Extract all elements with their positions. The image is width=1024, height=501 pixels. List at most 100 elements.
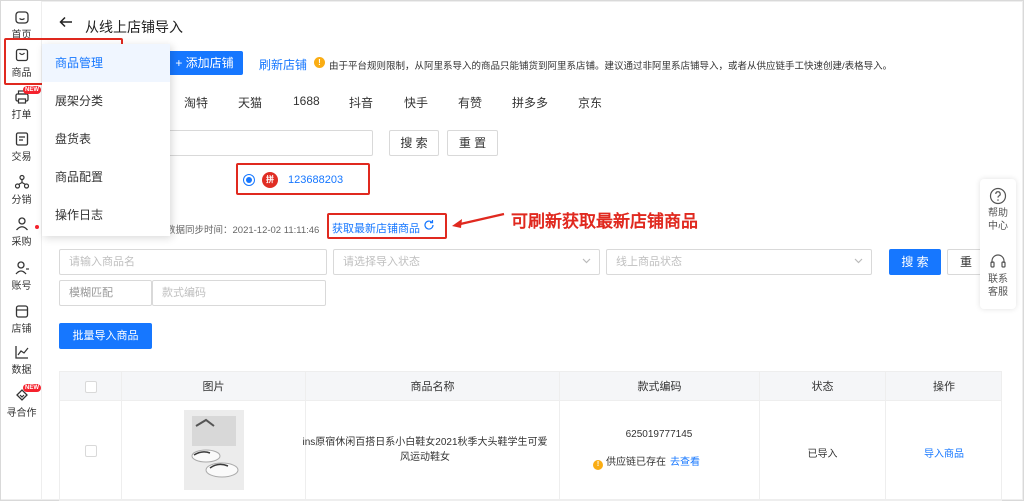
supply-chain-note: ! 供应链已存在 去查看 [593,453,700,470]
rail-item-account[interactable]: 账号 [1,260,42,302]
add-shop-button[interactable]: + 添加店铺 [166,51,243,75]
rail-label: 账号 [11,281,32,292]
import-status: 已导入 [807,449,838,460]
rail-label: 首页 [11,30,32,41]
import-status-placeholder: 请选择导入状态 [343,256,420,268]
header-select-cell [60,372,122,402]
shop-radio[interactable] [243,174,255,186]
rail-label: 店铺 [11,324,32,335]
header-status: 状态 [760,372,886,402]
tab-platform[interactable]: 有赞 [458,94,482,111]
goods-icon [15,48,28,62]
rail-item-home[interactable]: 首页 [1,9,42,51]
shop-reset-button[interactable]: 重 置 [447,130,498,156]
chevron-down-icon [582,258,591,264]
fetch-latest-products-link[interactable]: 获取最新店铺商品 [332,220,420,236]
rail-label: 寻合作 [6,408,37,419]
notification-dot [35,225,39,229]
left-nav-rail: 首页 商品 NEW 打单 交易 分销 采购 账号 店铺 数据 NEW 寻合作 [1,1,42,499]
menu-item-shelf-category[interactable]: 展架分类 [42,82,170,120]
supply-chain-text: 供应链已存在 [606,457,666,468]
rail-label: 采购 [11,237,32,248]
import-status-select[interactable]: 请选择导入状态 [333,249,600,275]
header-style-code: 款式编码 [560,372,760,402]
view-supply-link[interactable]: 去查看 [670,457,700,468]
style-code-input[interactable]: 款式编码 [152,280,326,306]
header-action: 操作 [933,381,955,393]
warning-icon: ! [593,460,603,470]
rail-item-print[interactable]: NEW 打单 [1,86,42,131]
bulk-import-button[interactable]: 批量导入商品 [59,323,152,349]
rail-label: 数据 [11,365,32,376]
goods-flyout-menu: 商品管理 展架分类 盘货表 商品配置 操作日志 [42,44,170,236]
help-center-button[interactable]: 帮助中心 [980,187,1016,233]
row-code-cell [560,401,760,501]
tab-platform[interactable]: 快手 [404,94,428,111]
tab-platform[interactable]: 天猫 [238,94,262,111]
tab-platform[interactable]: 淘特 [184,94,208,111]
home-icon [14,11,29,24]
distribution-icon [14,174,29,189]
match-mode-select[interactable]: 模糊匹配 [59,280,152,306]
rail-item-purchase[interactable]: 采购 [1,216,42,258]
menu-item-goods-management[interactable]: 商品管理 [42,44,170,82]
product-name-input[interactable]: 请输入商品名 [59,249,327,275]
online-status-select[interactable]: 线上商品状态 [606,249,872,275]
contact-service-button[interactable]: 联系客服 [980,253,1016,299]
rail-label: 打单 [11,110,32,121]
select-all-checkbox[interactable] [85,381,97,393]
warning-icon: ! [314,57,325,68]
shop-search-button[interactable]: 搜 索 [389,130,439,156]
rail-label: 交易 [11,152,32,163]
menu-item-operation-log[interactable]: 操作日志 [42,196,170,234]
annotation-text: 可刷新获取最新店铺商品 [511,212,698,231]
shop-id[interactable]: 123688203 [288,174,343,186]
floating-help-panel: 帮助中心 联系客服 [980,179,1016,309]
sync-time: 数据同步时间：2021-12-02 11:11:46 [166,225,320,236]
rail-item-trade[interactable]: 交易 [1,131,42,173]
row-checkbox[interactable] [85,445,97,457]
row-select-cell [60,401,122,501]
tab-platform[interactable]: 抖音 [349,94,373,111]
menu-item-goods-config[interactable]: 商品配置 [42,158,170,196]
rail-item-shop[interactable]: 店铺 [1,303,42,345]
header-product-name: 商品名称 [306,372,560,402]
tab-platform[interactable]: 京东 [578,94,602,111]
new-badge: NEW [23,86,41,94]
pinduoduo-logo-icon: 拼 [262,172,278,188]
product-name: ins原宿休闲百搭日系小白鞋女2021秋季大头鞋学生可爱风运动鞋女 [302,437,548,463]
trade-icon [15,132,28,146]
shop-search-input[interactable] [160,130,373,156]
shop-icon [15,305,28,318]
import-product-link[interactable]: 导入商品 [886,445,1002,460]
help-center-label: 帮助中心 [988,208,1008,232]
filter-search-button[interactable]: 搜 索 [889,249,941,275]
rail-item-cooperate[interactable]: NEW 寻合作 [1,384,42,429]
table-header: 图片 商品名称 款式编码 状态 操作 [59,371,1002,402]
tab-platform[interactable]: 拼多多 [512,94,548,111]
rail-item-distribution[interactable]: 分销 [1,174,42,216]
annotation-arrow-icon [452,212,505,228]
sneaker-image-icon [184,410,244,490]
header-image: 图片 [122,372,306,402]
page-title: 从线上店铺导入 [85,19,183,35]
purchase-icon [15,217,28,231]
tab-platform[interactable]: 1688 [293,94,320,108]
rail-item-goods[interactable]: 商品 [1,47,42,89]
menu-item-inventory-sheet[interactable]: 盘货表 [42,120,170,158]
new-badge: NEW [23,384,41,392]
product-thumbnail [184,410,244,490]
rail-item-data[interactable]: 数据 [1,344,42,386]
rail-label: 分销 [11,195,32,206]
contact-service-label: 联系客服 [988,274,1008,298]
online-status-placeholder: 线上商品状态 [616,256,682,268]
help-icon [989,187,1007,205]
chevron-down-icon [854,258,863,264]
refresh-icon[interactable] [423,219,435,231]
headset-icon [990,254,1006,268]
refresh-shop-link[interactable]: 刷新店铺 [259,56,307,73]
platform-rule-notice: 由于平台规则限制，从阿里系导入的商品只能铺货到阿里系店铺。建议通过非阿里系店铺导… [329,61,893,72]
rail-label: 商品 [11,68,32,79]
data-icon [14,346,28,359]
back-arrow-icon[interactable] [59,15,73,29]
